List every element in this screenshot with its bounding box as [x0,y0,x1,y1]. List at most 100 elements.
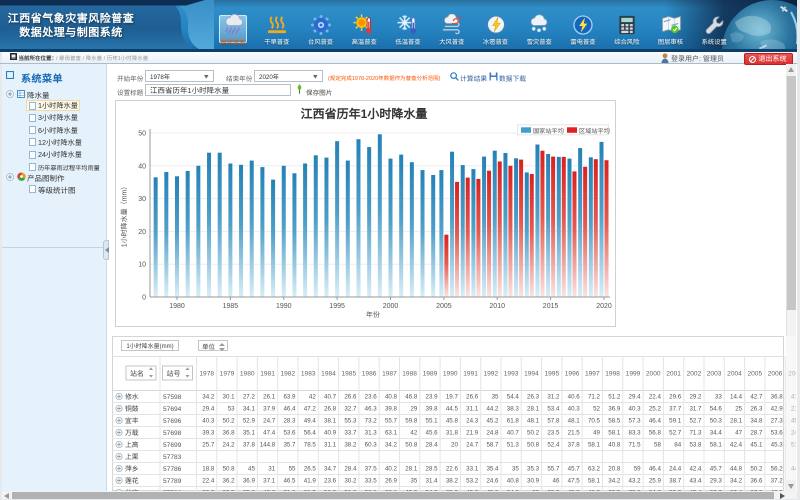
svg-text:25.2: 25.2 [649,404,662,413]
svg-text:31.1: 31.1 [466,404,479,413]
svg-text:52.4: 52.4 [547,440,560,449]
svg-text:50.8: 50.8 [223,464,236,473]
svg-text:2005: 2005 [747,368,762,378]
svg-text:28.7: 28.7 [750,428,763,437]
svg-text:25: 25 [735,404,742,413]
svg-text:57786: 57786 [163,463,182,473]
svg-text:78.5: 78.5 [304,440,317,449]
svg-text:26.6: 26.6 [466,392,479,401]
svg-text:45: 45 [248,464,255,473]
svg-text:57783: 57783 [163,451,182,461]
svg-text:40.8: 40.8 [385,392,398,401]
svg-text:34.8: 34.8 [750,416,763,425]
svg-text:29: 29 [410,404,417,413]
svg-text:28.4: 28.4 [344,464,357,473]
svg-text:63.2: 63.2 [588,464,601,473]
svg-text:49.4: 49.4 [304,416,317,425]
svg-text:24.8: 24.8 [486,428,499,437]
svg-text:30.1: 30.1 [223,392,236,401]
svg-text:52.7: 52.7 [689,416,702,425]
svg-text:46.4: 46.4 [649,416,662,425]
svg-text:51.3: 51.3 [507,440,520,449]
svg-text:26.1: 26.1 [263,392,276,401]
svg-text:28.1: 28.1 [730,416,743,425]
svg-text:42.7: 42.7 [750,392,763,401]
svg-text:2005: 2005 [436,301,452,311]
svg-text:站号: 站号 [167,369,181,379]
svg-text:31: 31 [268,464,275,473]
svg-text:34.4: 34.4 [710,428,723,437]
svg-text:2015: 2015 [543,301,559,311]
svg-text:26.9: 26.9 [385,476,398,485]
svg-text:33.1: 33.1 [466,464,479,473]
svg-text:39.8: 39.8 [426,404,439,413]
svg-text:46.4: 46.4 [283,404,296,413]
svg-text:1989: 1989 [423,368,438,378]
svg-text:20.8: 20.8 [608,464,621,473]
svg-text:51.2: 51.2 [608,392,621,401]
svg-text:49: 49 [593,428,600,437]
svg-text:44.2: 44.2 [486,404,499,413]
svg-text:1978: 1978 [199,368,214,378]
svg-text:44.8: 44.8 [730,464,743,473]
svg-text:24.7: 24.7 [466,440,479,449]
svg-text:31.4: 31.4 [426,476,439,485]
svg-text:35.1: 35.1 [243,428,256,437]
svg-text:55.1: 55.1 [426,416,439,425]
svg-text:36.2: 36.2 [223,476,236,485]
svg-text:江西省历年1小时降水量: 江西省历年1小时降水量 [301,105,428,122]
svg-text:50.3: 50.3 [710,416,723,425]
svg-text:50.8: 50.8 [405,440,418,449]
svg-text:37.2: 37.2 [771,476,784,485]
svg-text:83.3: 83.3 [629,428,642,437]
svg-text:21.9: 21.9 [466,428,479,437]
svg-text:2020: 2020 [596,301,612,311]
svg-text:33.5: 33.5 [365,476,378,485]
svg-text:40.2: 40.2 [385,464,398,473]
svg-text:26.6: 26.6 [344,392,357,401]
svg-text:31.1: 31.1 [324,440,337,449]
svg-text:53.4: 53.4 [547,404,560,413]
svg-text:1995: 1995 [544,368,559,378]
svg-text:1979: 1979 [220,368,235,378]
svg-text:14.4: 14.4 [730,392,743,401]
svg-text:40: 40 [138,161,146,171]
svg-text:53.8: 53.8 [689,440,702,449]
svg-text:59: 59 [634,464,641,473]
svg-text:57696: 57696 [163,415,182,425]
svg-text:1990: 1990 [443,368,458,378]
svg-text:23.6: 23.6 [365,392,378,401]
svg-text:54.6: 54.6 [710,404,723,413]
svg-text:45.3: 45.3 [771,440,784,449]
svg-text:34.2: 34.2 [202,392,215,401]
svg-text:18.8: 18.8 [202,464,215,473]
svg-text:铜鼓: 铜鼓 [125,403,139,413]
svg-text:56.8: 56.8 [649,428,662,437]
svg-text:23.9: 23.9 [426,392,439,401]
svg-text:28.4: 28.4 [426,440,439,449]
svg-text:0: 0 [142,293,146,303]
svg-text:46.4: 46.4 [649,464,662,473]
svg-text:46.3: 46.3 [365,404,378,413]
svg-text:37.7: 37.7 [669,404,682,413]
svg-text:39.3: 39.3 [202,428,215,437]
svg-text:58.1: 58.1 [588,476,601,485]
svg-text:45.8: 45.8 [446,416,459,425]
svg-text:61.8: 61.8 [507,416,520,425]
svg-text:45.6: 45.6 [426,428,439,437]
svg-text:37.8: 37.8 [568,440,581,449]
svg-text:37.1: 37.1 [263,476,276,485]
svg-text:38.7: 38.7 [669,476,682,485]
svg-text:57698: 57698 [163,427,182,437]
svg-text:37.5: 37.5 [365,464,378,473]
svg-text:23.6: 23.6 [324,476,337,485]
svg-text:29.3: 29.3 [710,476,723,485]
svg-text:50.2: 50.2 [527,428,540,437]
svg-text:71.5: 71.5 [629,440,642,449]
svg-text:35.4: 35.4 [486,464,499,473]
svg-text:19.7: 19.7 [446,392,459,401]
svg-text:21.5: 21.5 [568,428,581,437]
svg-text:10: 10 [138,260,146,270]
svg-text:1999: 1999 [626,368,641,378]
svg-text:50.2: 50.2 [223,416,236,425]
